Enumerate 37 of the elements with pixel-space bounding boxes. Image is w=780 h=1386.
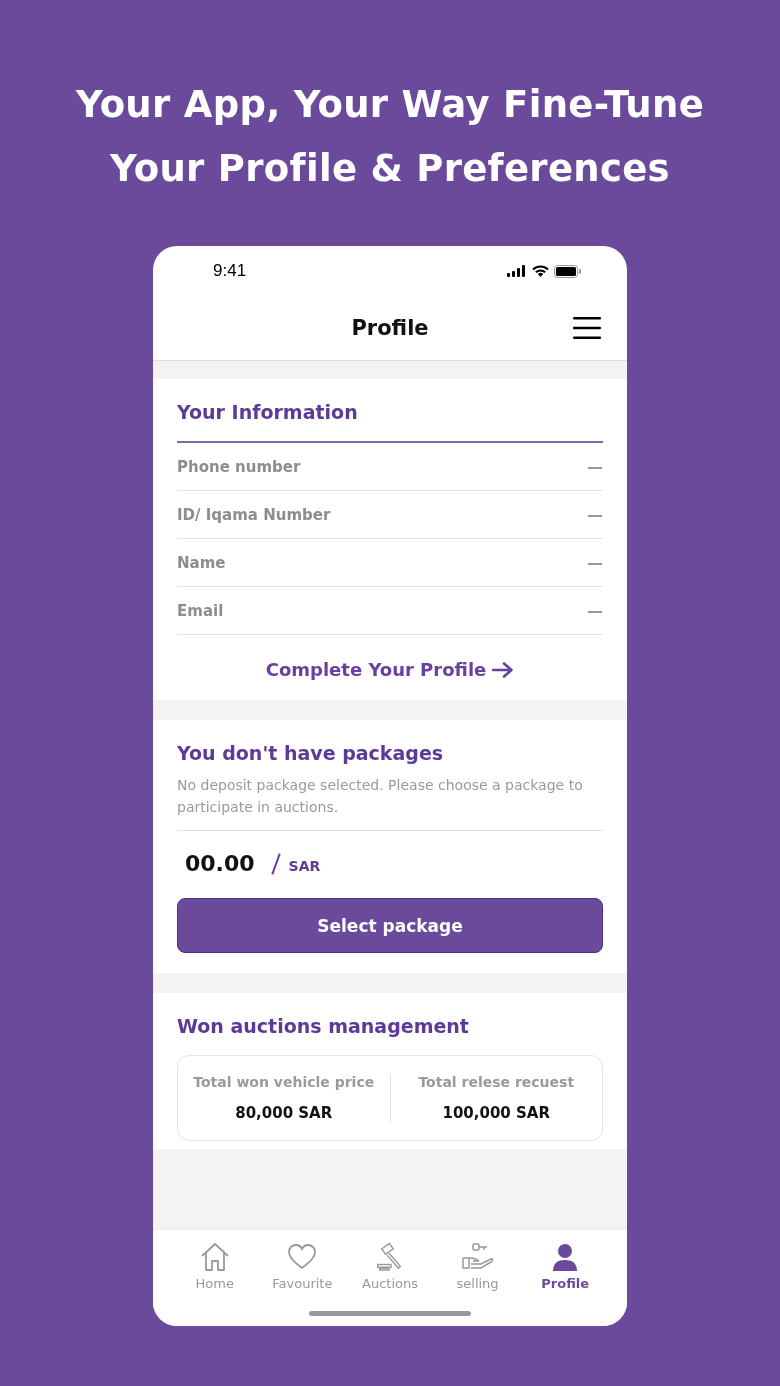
headline: Your App, Your Way Fine-Tune xyxy=(75,82,705,128)
person-icon xyxy=(552,1242,579,1272)
headline: Your Profile & Preferences xyxy=(110,146,670,192)
tab-item[interactable]: Favourite xyxy=(258,1242,347,1326)
package-amount: 00.00 xyxy=(185,851,255,876)
field-value: — xyxy=(587,505,603,524)
battery-icon xyxy=(554,264,581,278)
field-label: ID/ Iqama Number xyxy=(177,505,331,524)
tab-item[interactable]: Home xyxy=(171,1242,259,1326)
package-description: No deposit package selected. Please choose a package to participate in auctions. xyxy=(177,774,603,831)
currency-label: SAR xyxy=(288,858,321,874)
tab-item[interactable]: Profile xyxy=(521,1242,609,1326)
stat-label: Total won vehicle price xyxy=(193,1074,375,1090)
field-label: Email xyxy=(177,601,224,620)
menu-icon[interactable] xyxy=(573,317,601,339)
signal-icon xyxy=(507,265,527,277)
hand-key-icon xyxy=(460,1242,495,1272)
section-title: Won auctions management xyxy=(177,1015,470,1037)
field-value: — xyxy=(587,457,603,476)
arrow-right-icon xyxy=(492,661,515,678)
complete-profile-link[interactable]: Complete Your Profile xyxy=(265,659,515,680)
section-title: You don't have packages xyxy=(177,742,445,764)
wifi-icon xyxy=(532,265,549,277)
screen-title: Profile xyxy=(351,316,429,340)
heart-icon xyxy=(287,1242,318,1272)
field-value: — xyxy=(587,601,603,620)
section-title: Your Information xyxy=(177,401,603,443)
select-package-button[interactable]: Select package xyxy=(177,898,603,953)
stat-value: 80,000 SAR xyxy=(235,1104,333,1122)
field-value: — xyxy=(587,553,603,572)
tab-item[interactable]: Auctions xyxy=(346,1242,434,1326)
stat-value: 100,000 SAR xyxy=(442,1104,550,1122)
tab-item[interactable]: selling xyxy=(433,1242,522,1326)
status-time: 9:41 xyxy=(213,261,247,281)
field-label: Name xyxy=(177,553,226,572)
field-label: Phone number xyxy=(177,457,301,476)
stat-label: Total relese recuest xyxy=(418,1074,575,1090)
